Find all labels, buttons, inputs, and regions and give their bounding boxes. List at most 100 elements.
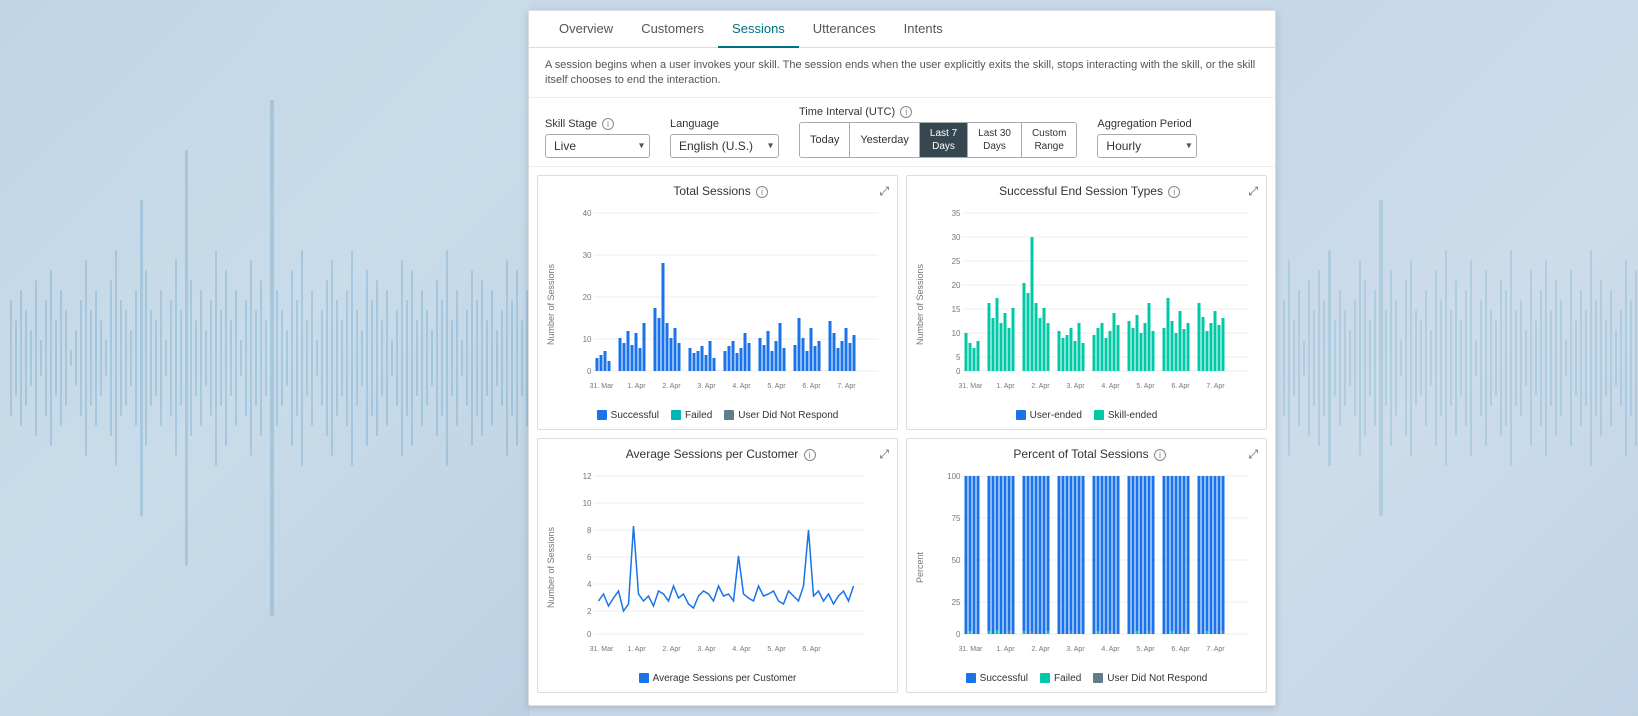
tab-overview[interactable]: Overview bbox=[545, 11, 627, 48]
svg-text:7. Apr: 7. Apr bbox=[1206, 646, 1225, 653]
svg-text:25: 25 bbox=[952, 257, 961, 266]
avg-sessions-expand-icon[interactable]: ⤢ bbox=[879, 447, 889, 462]
legend-user-ended-dot bbox=[1016, 410, 1026, 420]
svg-text:1. Apr: 1. Apr bbox=[627, 383, 646, 390]
svg-text:5. Apr: 5. Apr bbox=[1136, 383, 1155, 390]
total-sessions-header: Total Sessions i ⤢ bbox=[546, 184, 889, 199]
time-btn-today[interactable]: Today bbox=[800, 123, 850, 157]
total-sessions-chart: Total Sessions i ⤢ Number of Sessions bbox=[537, 175, 898, 430]
svg-text:75: 75 bbox=[952, 514, 961, 523]
svg-text:3. Apr: 3. Apr bbox=[697, 646, 716, 653]
avg-sessions-info-icon[interactable]: i bbox=[804, 449, 816, 461]
time-btn-last30[interactable]: Last 30Days bbox=[968, 123, 1022, 157]
successful-end-title: Successful End Session Types i bbox=[931, 184, 1248, 198]
avg-sessions-container: Number of Sessions 12 10 bbox=[546, 466, 889, 669]
svg-text:5. Apr: 5. Apr bbox=[767, 646, 786, 653]
legend-failed-label: Failed bbox=[685, 410, 712, 421]
svg-text:20: 20 bbox=[583, 293, 592, 302]
tab-customers[interactable]: Customers bbox=[627, 11, 718, 48]
bg-waveform-left bbox=[0, 0, 530, 716]
svg-text:31. Mar: 31. Mar bbox=[590, 383, 614, 390]
legend-user-ended: User-ended bbox=[1016, 410, 1082, 421]
svg-text:6. Apr: 6. Apr bbox=[1171, 646, 1190, 653]
avg-sessions-title: Average Sessions per Customer i bbox=[562, 447, 879, 461]
legend-pct-no-respond-label: User Did Not Respond bbox=[1107, 673, 1207, 684]
svg-text:31. Mar: 31. Mar bbox=[959, 646, 983, 653]
controls-row: Skill Stage i Live Development ▾ Languag… bbox=[529, 98, 1275, 167]
total-sessions-expand-icon[interactable]: ⤢ bbox=[879, 184, 889, 199]
legend-successful: Successful bbox=[597, 410, 659, 421]
aggregation-label: Aggregation Period bbox=[1097, 118, 1197, 130]
svg-text:35: 35 bbox=[952, 209, 961, 218]
tab-intents[interactable]: Intents bbox=[890, 11, 957, 48]
skill-stage-label: Skill Stage i bbox=[545, 118, 650, 130]
svg-text:6. Apr: 6. Apr bbox=[802, 383, 821, 390]
page-description: A session begins when a user invokes you… bbox=[529, 48, 1275, 98]
svg-text:2. Apr: 2. Apr bbox=[662, 383, 681, 390]
svg-text:2. Apr: 2. Apr bbox=[1031, 383, 1050, 390]
legend-failed-dot bbox=[671, 410, 681, 420]
time-btn-custom[interactable]: CustomRange bbox=[1022, 123, 1076, 157]
svg-text:10: 10 bbox=[952, 329, 961, 338]
percent-total-expand-icon[interactable]: ⤢ bbox=[1248, 447, 1258, 462]
legend-no-respond: User Did Not Respond bbox=[724, 410, 838, 421]
successful-end-y-label: Number of Sessions bbox=[915, 264, 925, 345]
legend-pct-no-respond: User Did Not Respond bbox=[1093, 673, 1207, 684]
language-label: Language bbox=[670, 118, 779, 130]
skill-stage-control: Skill Stage i Live Development ▾ bbox=[545, 118, 650, 158]
svg-text:1. Apr: 1. Apr bbox=[996, 383, 1015, 390]
svg-text:4. Apr: 4. Apr bbox=[1101, 646, 1120, 653]
time-btn-yesterday[interactable]: Yesterday bbox=[850, 123, 920, 157]
svg-text:30: 30 bbox=[583, 251, 592, 260]
time-interval-buttons: Today Yesterday Last 7Days Last 30Days C… bbox=[799, 122, 1077, 158]
aggregation-control: Aggregation Period Hourly Daily Weekly ▾ bbox=[1097, 118, 1197, 158]
skill-stage-select[interactable]: Live Development bbox=[545, 134, 650, 158]
language-select[interactable]: English (U.S.) English (UK) German bbox=[670, 134, 779, 158]
tab-sessions[interactable]: Sessions bbox=[718, 11, 799, 48]
legend-pct-failed: Failed bbox=[1040, 673, 1081, 684]
language-select-wrapper: English (U.S.) English (UK) German ▾ bbox=[670, 134, 779, 158]
skill-stage-info-icon[interactable]: i bbox=[602, 118, 614, 130]
svg-text:4: 4 bbox=[587, 580, 592, 589]
total-sessions-info-icon[interactable]: i bbox=[756, 186, 768, 198]
svg-text:4. Apr: 4. Apr bbox=[1101, 383, 1120, 390]
successful-end-chart: Successful End Session Types i ⤢ Number … bbox=[906, 175, 1267, 430]
successful-end-header: Successful End Session Types i ⤢ bbox=[915, 184, 1258, 199]
svg-text:6. Apr: 6. Apr bbox=[1171, 383, 1190, 390]
main-panel: Overview Customers Sessions Utterances I… bbox=[528, 10, 1276, 706]
successful-end-info-icon[interactable]: i bbox=[1168, 186, 1180, 198]
svg-text:5: 5 bbox=[956, 353, 961, 362]
legend-skill-ended-dot bbox=[1094, 410, 1104, 420]
total-sessions-legend: Successful Failed User Did Not Respond bbox=[546, 410, 889, 421]
svg-text:0: 0 bbox=[587, 367, 592, 376]
legend-failed: Failed bbox=[671, 410, 712, 421]
legend-skill-ended-label: Skill-ended bbox=[1108, 410, 1157, 421]
tab-utterances[interactable]: Utterances bbox=[799, 11, 890, 48]
svg-text:10: 10 bbox=[583, 499, 592, 508]
svg-text:6: 6 bbox=[587, 553, 592, 562]
legend-pct-failed-dot bbox=[1040, 673, 1050, 683]
legend-skill-ended: Skill-ended bbox=[1094, 410, 1157, 421]
percent-total-y-label: Percent bbox=[915, 552, 925, 583]
time-btn-last7[interactable]: Last 7Days bbox=[920, 123, 968, 157]
legend-pct-successful-label: Successful bbox=[980, 673, 1028, 684]
svg-text:2: 2 bbox=[587, 607, 592, 616]
svg-text:4. Apr: 4. Apr bbox=[732, 383, 751, 390]
svg-text:5. Apr: 5. Apr bbox=[767, 383, 786, 390]
svg-text:100: 100 bbox=[947, 472, 961, 481]
percent-total-info-icon[interactable]: i bbox=[1154, 449, 1166, 461]
total-sessions-title: Total Sessions i bbox=[562, 184, 879, 198]
bg-waveform-right bbox=[1278, 0, 1638, 716]
svg-text:3. Apr: 3. Apr bbox=[1066, 646, 1085, 653]
svg-text:20: 20 bbox=[952, 281, 961, 290]
aggregation-select[interactable]: Hourly Daily Weekly bbox=[1097, 134, 1197, 158]
avg-sessions-legend: Average Sessions per Customer bbox=[546, 673, 889, 684]
avg-sessions-header: Average Sessions per Customer i ⤢ bbox=[546, 447, 889, 462]
successful-end-expand-icon[interactable]: ⤢ bbox=[1248, 184, 1258, 199]
percent-total-container: Percent 100 75 50 25 bbox=[915, 466, 1258, 669]
svg-text:7. Apr: 7. Apr bbox=[1206, 383, 1225, 390]
aggregation-select-wrapper: Hourly Daily Weekly ▾ bbox=[1097, 134, 1197, 158]
time-interval-info-icon[interactable]: i bbox=[900, 106, 912, 118]
time-interval-control: Time Interval (UTC) i Today Yesterday La… bbox=[799, 106, 1077, 158]
svg-text:31. Mar: 31. Mar bbox=[959, 383, 983, 390]
